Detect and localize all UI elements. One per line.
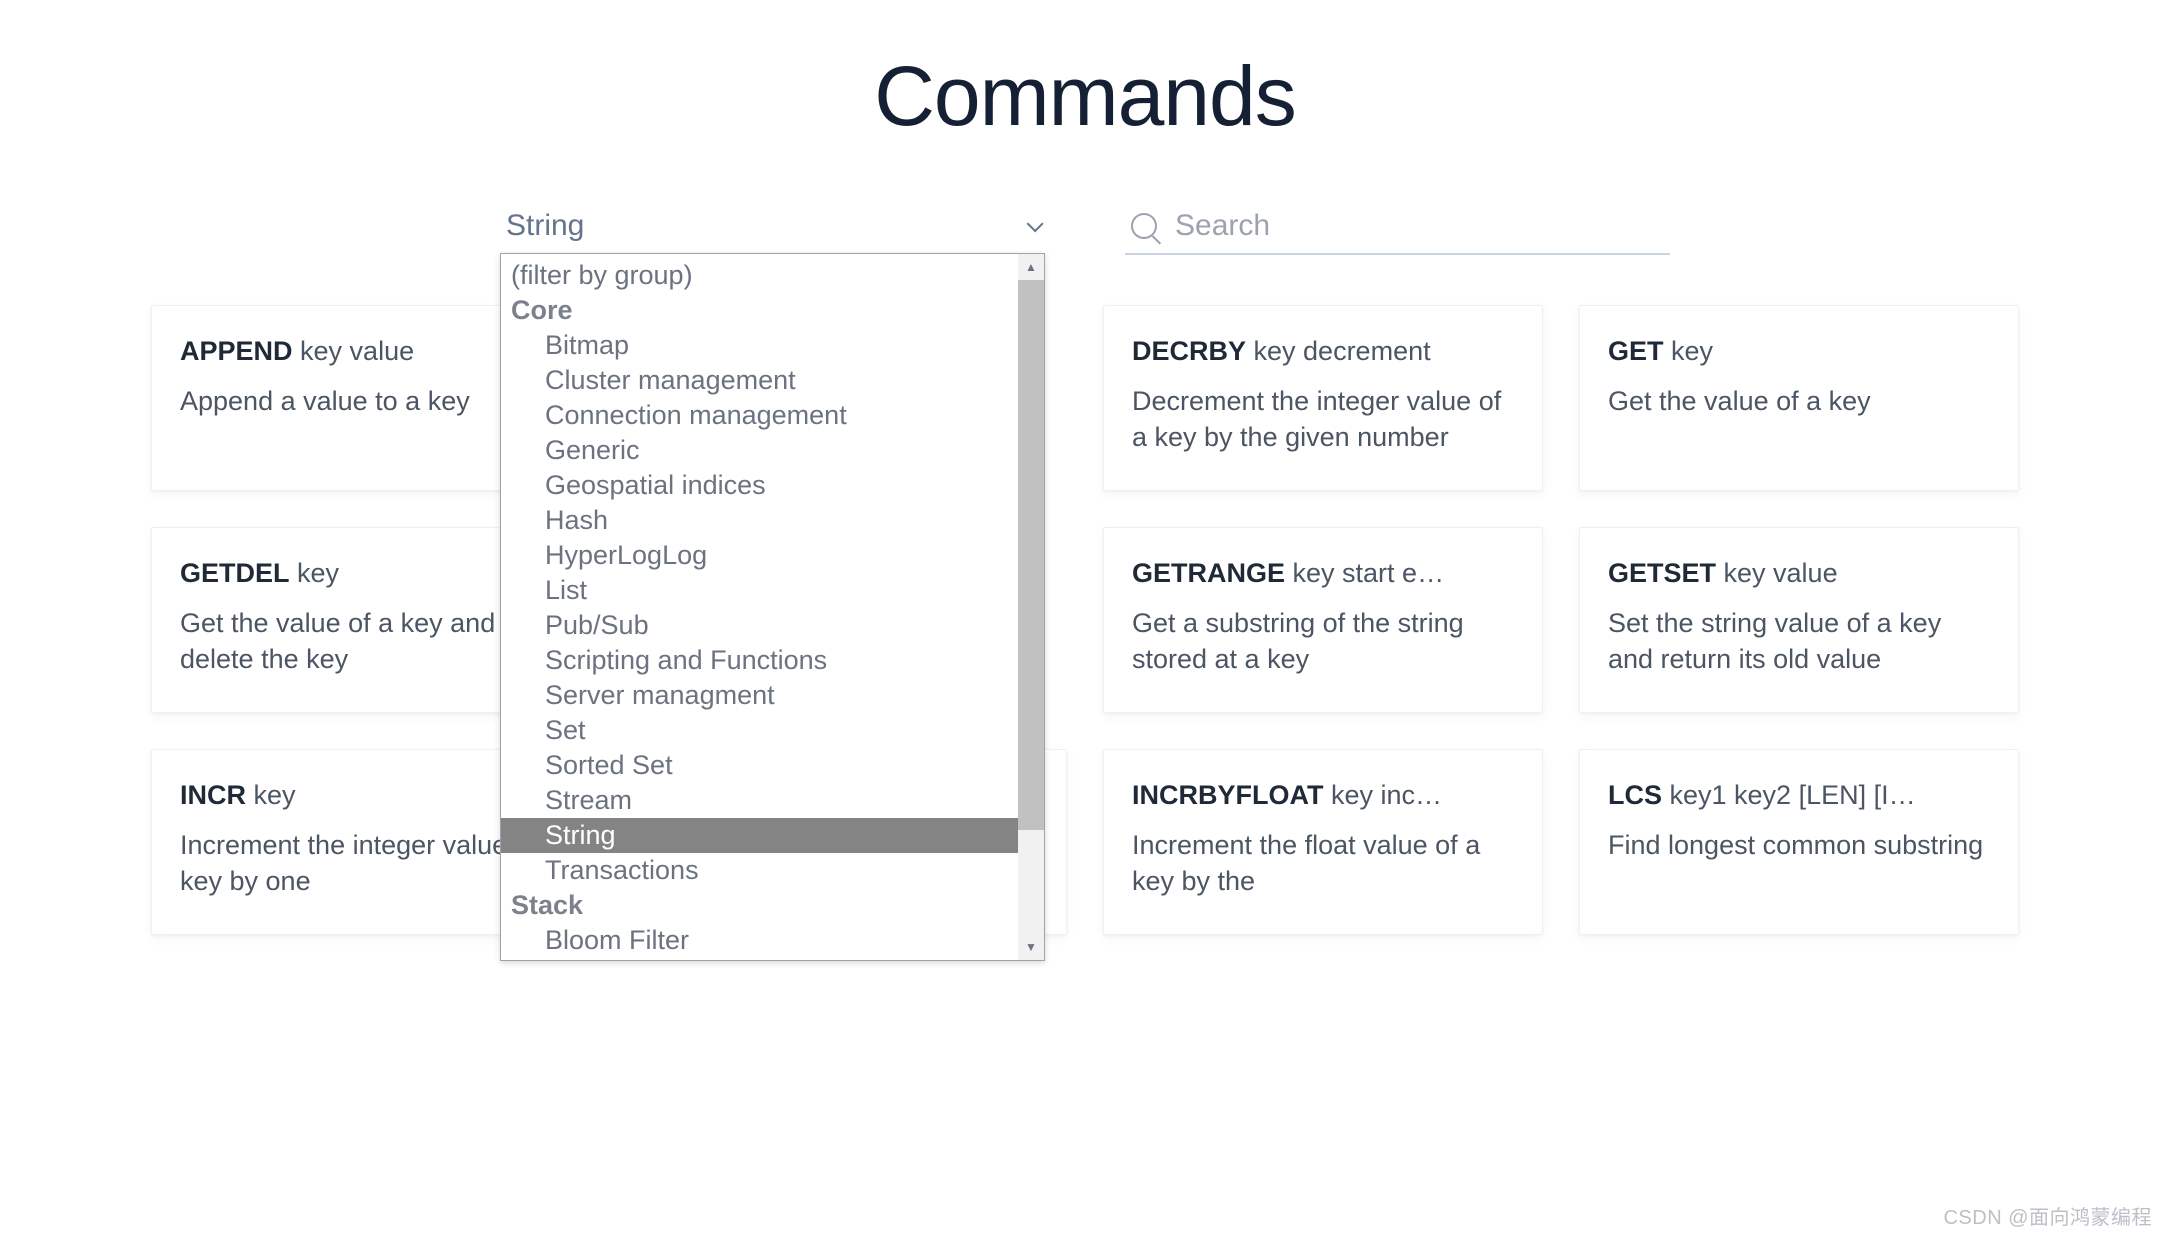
command-card[interactable]: LCS key1 key2 [LEN] [I… Find longest comm… bbox=[1579, 749, 2019, 935]
command-title: INCRBYFLOAT key inc… bbox=[1132, 780, 1514, 811]
command-title: LCS key1 key2 [LEN] [I… bbox=[1608, 780, 1990, 811]
filter-option[interactable]: List bbox=[501, 573, 1018, 608]
filter-option[interactable]: String bbox=[501, 818, 1018, 853]
group-filter-display[interactable]: String bbox=[500, 205, 1045, 255]
command-card[interactable]: GET key Get the value of a key bbox=[1579, 305, 2019, 491]
command-description: Decrement the integer value of a key by … bbox=[1132, 383, 1514, 456]
chevron-down-icon bbox=[1027, 215, 1044, 232]
filter-option[interactable]: Bloom Filter bbox=[501, 923, 1018, 958]
command-description: Set the string value of a key and return… bbox=[1608, 605, 1990, 678]
command-name: INCRBYFLOAT bbox=[1132, 780, 1323, 810]
filter-group-label: Core bbox=[501, 293, 1018, 328]
command-description: Get a substring of the string stored at … bbox=[1132, 605, 1514, 678]
filter-option[interactable]: Geospatial indices bbox=[501, 468, 1018, 503]
scroll-track[interactable] bbox=[1018, 830, 1044, 934]
filter-option[interactable]: Hash bbox=[501, 503, 1018, 538]
command-name: GETRANGE bbox=[1132, 558, 1285, 588]
command-title: GET key bbox=[1608, 336, 1990, 367]
command-description: Increment the float value of a key by th… bbox=[1132, 827, 1514, 900]
filter-option[interactable]: Scripting and Functions bbox=[501, 643, 1018, 678]
filter-option[interactable]: Sorted Set bbox=[501, 748, 1018, 783]
filter-option[interactable]: Generic bbox=[501, 433, 1018, 468]
search-icon bbox=[1131, 213, 1157, 239]
search-field[interactable] bbox=[1125, 205, 1670, 255]
command-name: DECRBY bbox=[1132, 336, 1246, 366]
group-filter-value: String bbox=[506, 209, 584, 243]
command-name: GETSET bbox=[1608, 558, 1716, 588]
filter-option[interactable]: Set bbox=[501, 713, 1018, 748]
filter-option[interactable]: Pub/Sub bbox=[501, 608, 1018, 643]
command-title: DECRBY key decrement bbox=[1132, 336, 1514, 367]
group-filter-dropdown: (filter by group)CoreBitmapCluster manag… bbox=[500, 253, 1045, 961]
command-card[interactable]: DECRBY key decrement Decrement the intege… bbox=[1103, 305, 1543, 491]
command-card[interactable]: GETSET key value Set the string value of … bbox=[1579, 527, 2019, 713]
command-name: INCR bbox=[180, 780, 246, 810]
command-name: GET bbox=[1608, 336, 1664, 366]
search-input[interactable] bbox=[1175, 209, 1664, 243]
group-filter[interactable]: String (filter by group)CoreBitmapCluste… bbox=[500, 205, 1045, 255]
filter-option[interactable]: Server managment bbox=[501, 678, 1018, 713]
filter-group-label: Stack bbox=[501, 888, 1018, 923]
scroll-up-icon[interactable]: ▲ bbox=[1018, 254, 1044, 280]
command-description: Find longest common substring bbox=[1608, 827, 1990, 863]
filter-option[interactable]: Transactions bbox=[501, 853, 1018, 888]
command-name: APPEND bbox=[180, 336, 293, 366]
filter-option[interactable]: HyperLogLog bbox=[501, 538, 1018, 573]
page-title: Commands bbox=[0, 48, 2170, 145]
filter-option[interactable]: Stream bbox=[501, 783, 1018, 818]
command-card[interactable]: GETRANGE key start e… Get a substring of … bbox=[1103, 527, 1543, 713]
dropdown-scrollbar[interactable]: ▲ ▼ bbox=[1018, 254, 1044, 960]
filter-option[interactable]: Connection management bbox=[501, 398, 1018, 433]
command-description: Get the value of a key bbox=[1608, 383, 1990, 419]
scroll-thumb[interactable] bbox=[1018, 280, 1044, 830]
command-card[interactable]: INCRBYFLOAT key inc… Increment the float … bbox=[1103, 749, 1543, 935]
command-title: GETRANGE key start e… bbox=[1132, 558, 1514, 589]
filter-hint: (filter by group) bbox=[501, 256, 1018, 293]
scroll-down-icon[interactable]: ▼ bbox=[1018, 934, 1044, 960]
commands-grid: APPEND key valueAppend a value to a keyD… bbox=[0, 305, 2170, 935]
watermark: CSDN @面向鸿蒙编程 bbox=[1943, 1201, 2152, 1230]
command-title: GETSET key value bbox=[1608, 558, 1990, 589]
filter-option[interactable]: Cluster management bbox=[501, 363, 1018, 398]
controls-row: String (filter by group)CoreBitmapCluste… bbox=[0, 205, 2170, 255]
command-name: GETDEL bbox=[180, 558, 290, 588]
command-name: LCS bbox=[1608, 780, 1662, 810]
filter-option[interactable]: Bitmap bbox=[501, 328, 1018, 363]
